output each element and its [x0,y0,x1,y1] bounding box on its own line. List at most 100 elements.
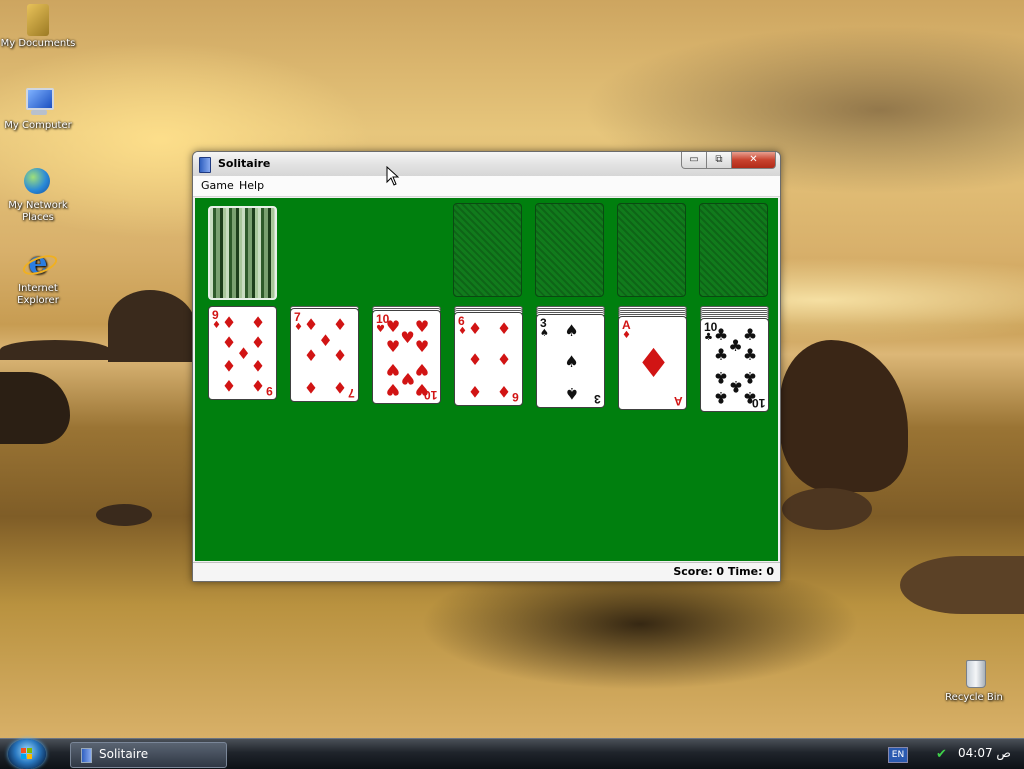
suit-pip-icon: ♥ [414,380,430,399]
menu-game[interactable]: Game [199,179,236,192]
tableau-card[interactable]: 10 ♣ 10 ♣ ♣ ♣ ♣ ♣ ♣ ♣ ♣ ♣ ♣ [700,318,769,412]
rock-shape [108,290,196,362]
tableau-card[interactable]: A ♦ A ♦ [618,316,687,410]
card-pips: ♦ ♦ ♦ ♦ ♦ ♦ [467,319,512,402]
internet-explorer-icon: e [20,249,60,281]
rock-shape [0,340,110,360]
rock-shape [900,556,1024,614]
card-suit-icon: ♦ [212,320,221,331]
desktop-icon-my-computer[interactable]: My Computer [0,86,76,132]
minimize-button[interactable]: ▭ [681,152,707,169]
suit-pip-icon: ♥ [414,317,430,336]
desktop-icon-label: My Computer [4,120,72,131]
desktop-icon-label: Internet [18,283,58,294]
suit-pip-icon: ♠ [564,321,579,340]
suit-pip-icon: ♦ [467,350,483,369]
window-title: Solitaire [218,157,271,170]
suit-pip-icon: ♦ [221,313,237,332]
foundation-slot[interactable] [453,203,522,297]
suit-pip-icon: ♥ [385,380,401,399]
card-pips: ♥ ♥ ♥ ♥ ♥ ♥ ♥ ♥ ♥ ♥ [385,317,430,400]
rock-shape [782,488,872,530]
rock-reflection [420,580,860,690]
card-pips: ♦ ♦ ♦ ♦ ♦ ♦ ♦ [303,315,348,398]
title-bar[interactable]: Solitaire ▭ ⧉ ✕ [193,152,780,176]
suit-pip-icon: ♣ [742,388,758,407]
desktop-icon-internet-explorer[interactable]: e Internet Explorer [0,249,76,307]
card-suit-icon: ♦ [622,330,631,341]
tableau-card[interactable]: 9 ♦ 9 ♦ ♦ ♦ ♦ ♦ ♦ ♦ ♦ ♦ [208,306,277,400]
card-pips: ♦ ♦ ♦ ♦ ♦ ♦ ♦ ♦ ♦ [221,313,266,396]
tableau-card[interactable]: 6 ♦ 6 ♦ ♦ ♦ ♦ ♦ ♦ [454,312,523,406]
suit-pip-icon: ♦ [303,346,319,365]
suit-pip-icon: ♦ [467,382,483,401]
card-rank: 6 [512,390,519,404]
suit-pip-icon: ♥ [414,359,430,379]
tableau-card[interactable]: 3 ♠ 3 ♠ ♠ ♠ [536,314,605,408]
taskbar-button-solitaire[interactable]: Solitaire [70,742,227,768]
suit-pip-icon: ♣ [713,345,729,365]
desktop-icon-my-documents[interactable]: My Documents [0,4,76,50]
suit-pip-icon: ♣ [713,388,729,407]
network-status-icon[interactable]: ✔ [936,747,947,762]
card-suit-icon: ♠ [540,328,549,339]
suit-pip-icon: ♠ [564,352,579,371]
suit-pip-icon: ♦ [318,330,333,350]
suit-pip-icon: ♦ [467,319,483,338]
card-pips: ♦ [631,325,676,403]
recycle-bin-icon [958,658,990,690]
suit-pip-icon: ♦ [496,382,512,401]
tableau-card[interactable]: 10 ♥ 10 ♥ ♥ ♥ ♥ ♥ ♥ ♥ ♥ ♥ ♥ [372,310,441,404]
language-indicator[interactable]: EN [888,747,908,763]
desktop-icon-label: Places [22,212,54,223]
start-button[interactable] [8,739,46,769]
my-network-places-icon [22,166,54,198]
menu-bar: Game Help [193,176,780,197]
windows-logo-icon [21,748,32,759]
game-board[interactable]: 9 ♦ 9 ♦ ♦ ♦ ♦ ♦ ♦ ♦ ♦ ♦ 7 ♦ 7 ♦ ♦ ♦ ♦ ♦ ♦ ♦ 10 ♥ 10 ♥ ♥ ♥ ♥ ♥ ♥ ♥ ♥ ♥ ♥ 6 ♦ 6… [195,198,778,561]
card-pips: ♣ ♣ ♣ ♣ ♣ ♣ ♣ ♣ ♣ ♣ [713,325,758,408]
suit-pip-icon: ♦ [332,346,348,365]
score-time-status: Score: 0 Time: 0 [673,565,774,578]
suit-pip-icon: ♣ [742,325,758,344]
taskbar: Solitaire EN ✔ 04:07 ص [0,738,1024,769]
solitaire-app-icon [199,157,211,173]
suit-pip-icon: ♦ [250,333,266,353]
taskbar-button-label: Solitaire [99,747,149,761]
solitaire-app-icon [81,748,92,763]
suit-pip-icon: ♦ [332,315,348,334]
tableau-card[interactable]: 7 ♦ 7 ♦ ♦ ♦ ♦ ♦ ♦ ♦ [290,308,359,402]
suit-pip-icon: ♦ [303,315,319,334]
stock-pile[interactable] [208,206,277,300]
menu-help[interactable]: Help [237,179,266,192]
suit-pip-icon: ♥ [385,337,401,357]
suit-pip-icon: ♦ [332,378,348,397]
foundation-slot[interactable] [699,203,768,297]
suit-pip-icon: ♣ [742,345,758,365]
suit-pip-icon: ♦ [250,355,266,375]
desktop-icon-label: Recycle Bin [945,692,1003,703]
card-suit-icon: ♥ [376,324,385,335]
suit-pip-icon: ♠ [564,384,579,403]
card-rank: 3 [594,392,601,406]
foundation-slot[interactable] [535,203,604,297]
suit-pip-icon: ♦ [250,376,266,395]
rock-shape [0,372,70,444]
close-button[interactable]: ✕ [731,152,776,169]
rock-shape [96,504,152,526]
card-pips: ♠ ♠ ♠ [549,321,594,404]
card-suit-icon: ♦ [458,326,467,337]
suit-pip-icon: ♥ [385,359,401,379]
my-computer-icon [22,86,54,118]
clock[interactable]: 04:07 ص [958,746,1011,760]
desktop-icon-label: My Network [8,200,68,211]
desktop-icon-label: My Documents [0,38,76,49]
desktop-icon-recycle-bin[interactable]: Recycle Bin [936,658,1012,704]
maximize-button[interactable]: ⧉ [706,152,732,169]
status-bar: Score: 0 Time: 0 [193,562,780,581]
suit-pip-icon: ♦ [496,319,512,338]
desktop-icon-my-network-places[interactable]: My Network Places [0,166,76,224]
foundation-slot[interactable] [617,203,686,297]
desktop-icon-label: Explorer [17,295,59,306]
solitaire-window: Solitaire ▭ ⧉ ✕ Game Help 9 ♦ 9 ♦ ♦ ♦ ♦ ♦ ♦ ♦ ♦ ♦ 7 ♦… [192,151,781,582]
